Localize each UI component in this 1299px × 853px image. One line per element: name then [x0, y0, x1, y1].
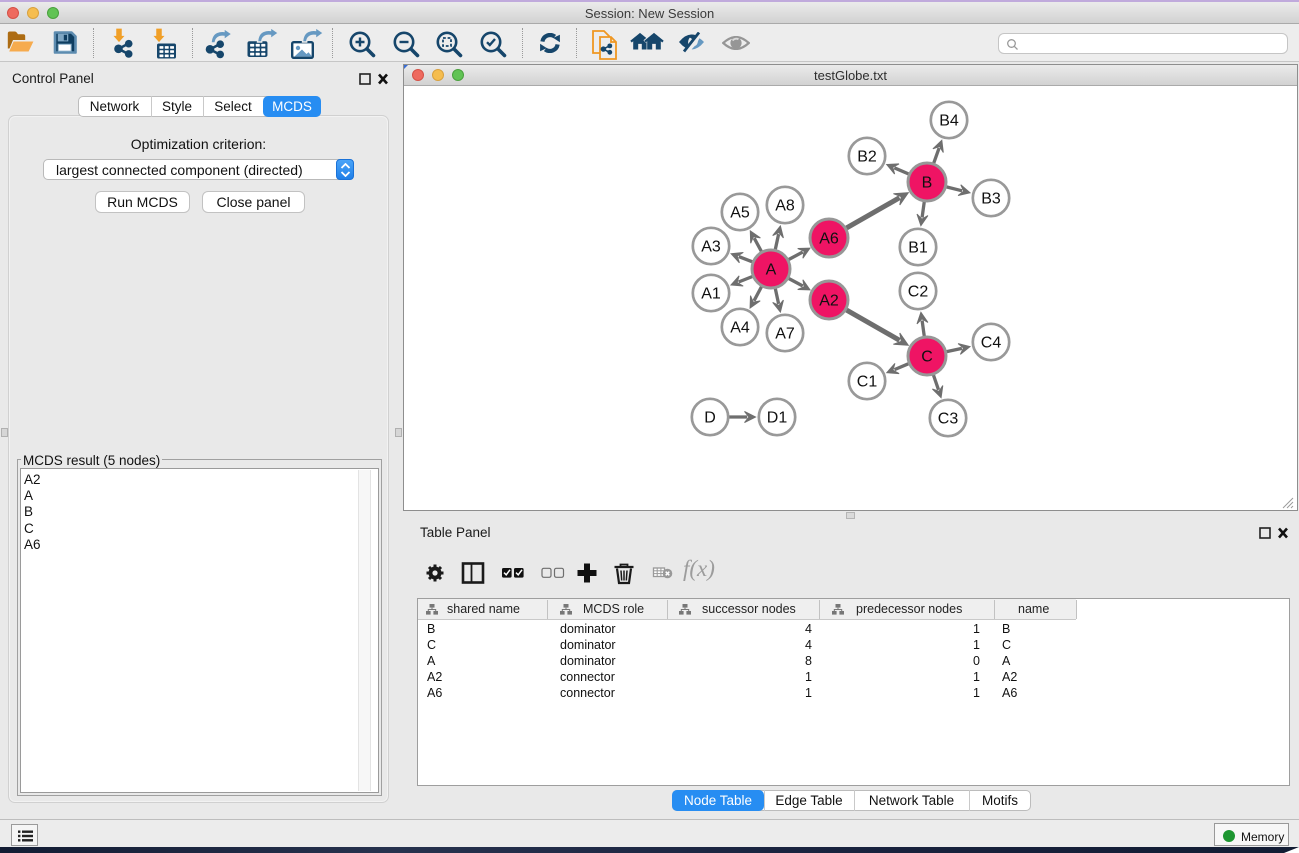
- svg-text:A5: A5: [730, 205, 750, 222]
- svg-text:A: A: [766, 262, 777, 279]
- svg-text:D1: D1: [767, 410, 788, 427]
- svg-text:B4: B4: [939, 113, 959, 130]
- svg-text:A6: A6: [819, 231, 839, 248]
- svg-text:D: D: [704, 410, 716, 427]
- svg-text:C4: C4: [981, 335, 1002, 352]
- svg-text:C3: C3: [938, 411, 959, 428]
- svg-text:A3: A3: [701, 239, 721, 256]
- svg-text:A2: A2: [819, 293, 839, 310]
- svg-text:C1: C1: [857, 374, 878, 391]
- svg-text:C: C: [921, 349, 933, 366]
- svg-text:C2: C2: [908, 284, 929, 301]
- svg-text:B: B: [922, 175, 933, 192]
- svg-text:A4: A4: [730, 320, 750, 337]
- svg-text:B2: B2: [857, 149, 877, 166]
- svg-text:A7: A7: [775, 326, 795, 343]
- svg-text:B3: B3: [981, 191, 1001, 208]
- svg-text:B1: B1: [908, 240, 928, 257]
- svg-text:A1: A1: [701, 286, 721, 303]
- svg-text:A8: A8: [775, 198, 795, 215]
